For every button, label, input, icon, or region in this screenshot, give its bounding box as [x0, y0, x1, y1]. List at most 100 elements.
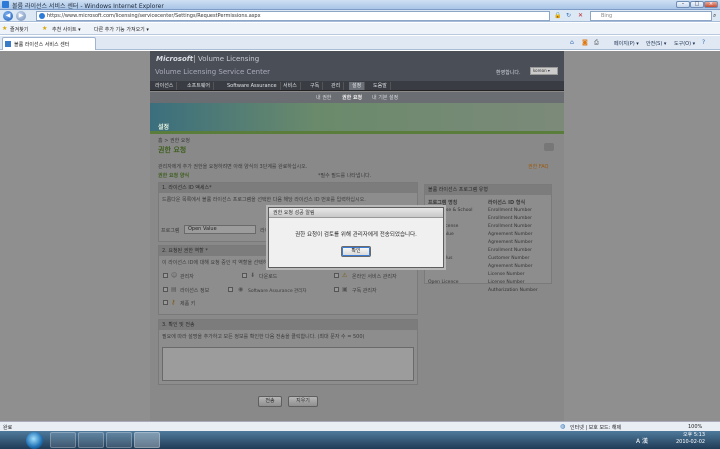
- window-title: 볼륨 라이선스 서비스 센터 - Windows Internet Explor…: [12, 3, 164, 10]
- print-page-icon[interactable]: [544, 143, 554, 151]
- program-label: 프로그램: [161, 228, 180, 234]
- role-subscription-checkbox[interactable]: [334, 287, 339, 292]
- program-col-header: 프로그램 명칭: [428, 200, 458, 206]
- program-types-title: 볼륨 라이선스 프로그램 유형: [425, 185, 551, 195]
- submenu-my-permissions[interactable]: 내 권한: [316, 94, 331, 101]
- taskbar-folder-icon[interactable]: [78, 432, 104, 448]
- dialog-message: 권한 요청이 검토를 위해 관리자에게 전송되었습니다.: [295, 232, 417, 238]
- sa-icon: ◉: [238, 286, 244, 293]
- subscription-icon: ▣: [342, 286, 348, 293]
- comments-textarea[interactable]: [162, 347, 414, 381]
- step1-title: 1. 라이선스 ID 액세스*: [159, 183, 417, 193]
- form-title: 권한 요청 양식: [158, 173, 190, 179]
- minimize-button[interactable]: –: [676, 1, 690, 8]
- ime-indicator[interactable]: A 漢: [636, 436, 648, 445]
- menu-manage[interactable]: 관리: [328, 82, 345, 90]
- role-subscription-label: 구독 관리자: [352, 288, 377, 294]
- back-button[interactable]: ◀: [3, 11, 13, 21]
- url-field[interactable]: https://www.microsoft.com/licensing/serv…: [36, 11, 550, 21]
- addons-link[interactable]: 다른 추가 기능 가져오기 ▾: [94, 26, 149, 33]
- submit-button[interactable]: 전송: [258, 396, 282, 407]
- ok-button[interactable]: 확인: [341, 246, 371, 257]
- submenu-preferences[interactable]: 내 기본 설정: [372, 94, 398, 101]
- home-icon[interactable]: ⌂: [570, 39, 574, 46]
- status-done: 완료: [3, 425, 13, 431]
- rss-icon[interactable]: ◙: [582, 39, 588, 46]
- clear-button[interactable]: 지우기: [288, 396, 318, 407]
- license-id-format-cell: Enrollment Number: [488, 248, 532, 253]
- page-title: 권한 요청: [158, 146, 187, 154]
- product-name: Volume Licensing: [194, 55, 259, 63]
- step3-title: 3. 확인 및 전송: [159, 320, 417, 330]
- safety-menu[interactable]: 안전(S) ▾: [646, 40, 666, 47]
- tools-menu[interactable]: 도구(O) ▾: [674, 40, 695, 47]
- program-type-row: Authorization Number: [428, 288, 550, 296]
- warning-icon: ⚠: [342, 272, 348, 279]
- welcome-text: 환영합니다.: [496, 70, 521, 76]
- search-placeholder: Bing: [601, 13, 613, 19]
- clock-time: 오후 5:13: [683, 432, 706, 438]
- zoom-level[interactable]: 100%: [688, 424, 702, 430]
- program-select[interactable]: Open Value: [184, 225, 256, 234]
- taskbar-excel-icon[interactable]: [106, 432, 132, 448]
- role-product-key-checkbox[interactable]: [163, 300, 168, 305]
- lock-icon[interactable]: 🔒: [554, 12, 561, 19]
- program-type-row: Open Licence License Number: [428, 280, 550, 288]
- status-zone[interactable]: 인터넷 | 보호 모드: 해제: [570, 424, 621, 431]
- program-type-row: Open ValueAgreement Number: [428, 232, 550, 240]
- refresh-icon[interactable]: ↻: [566, 12, 571, 19]
- search-input[interactable]: Bing: [590, 11, 712, 21]
- forward-button[interactable]: ▶: [16, 11, 26, 21]
- submenu-request-permissions[interactable]: 권한 요청: [342, 94, 362, 101]
- start-button[interactable]: [26, 432, 43, 449]
- search-icon[interactable]: ⌕: [713, 12, 716, 20]
- program-select-value: Open Value: [188, 226, 217, 232]
- page-menu[interactable]: 페이지(P) ▾: [614, 40, 639, 47]
- role-download-checkbox[interactable]: [242, 273, 247, 278]
- address-bar: ◀ ▶ https://www.microsoft.com/licensing/…: [0, 10, 720, 22]
- program-type-row: Select PlusCustomer Number: [428, 256, 550, 264]
- success-dialog: 권한 요청 성공 알림 권한 요청이 검토를 위해 관리자에게 전송되었습니다.…: [268, 207, 444, 268]
- help-icon[interactable]: ?: [702, 39, 705, 46]
- breadcrumb[interactable]: 홈 > 권한 요청: [158, 137, 190, 144]
- banner-title: 설정: [158, 124, 170, 131]
- print-icon[interactable]: ⎙: [594, 39, 599, 47]
- role-sa-checkbox[interactable]: [228, 287, 233, 292]
- menu-subscriptions[interactable]: 구독: [307, 82, 324, 90]
- license-id-format-cell: Enrollment Number: [488, 216, 532, 221]
- tab-vlsc[interactable]: 볼륨 라이선스 서비스 센터: [2, 37, 96, 50]
- key-icon: ⚷: [171, 299, 176, 306]
- license-id-format-cell: Agreement Number: [488, 232, 533, 237]
- add-favorite-icon[interactable]: ★: [42, 25, 47, 32]
- menu-services[interactable]: 서비스: [280, 82, 301, 90]
- license-id-format-cell: License Number: [488, 280, 525, 285]
- sub-menu: 내 권한 권한 요청 내 기본 설정: [150, 92, 564, 103]
- suggested-sites-link[interactable]: 추천 사이트 ▾: [52, 26, 81, 33]
- role-online-services-checkbox[interactable]: [334, 273, 339, 278]
- system-clock[interactable]: 오후 5:13 2010-02-02: [676, 432, 705, 446]
- taskbar-ie-icon[interactable]: [134, 432, 160, 448]
- role-online-services-label: 온라인 서비스 관리자: [352, 274, 397, 280]
- favorites-button[interactable]: 즐겨찾기: [10, 26, 28, 33]
- program-type-row: CampusAgreement Number: [428, 264, 550, 272]
- stop-icon[interactable]: ✕: [578, 12, 583, 19]
- taskbar-explorer-icon[interactable]: [50, 432, 76, 448]
- menu-licensing[interactable]: 라이선스: [152, 82, 178, 90]
- step1-desc: 드롭다운 목록에서 볼륨 라이선스 프로그램을 선택한 다음 해당 라이선스 I…: [162, 197, 366, 203]
- admin-icon: ☺: [171, 272, 178, 279]
- dialog-title: 권한 요청 성공 알림: [269, 208, 443, 218]
- role-license-info-checkbox[interactable]: [163, 287, 168, 292]
- close-button[interactable]: ×: [704, 1, 718, 8]
- faq-link[interactable]: 권한 FAQ: [528, 163, 548, 170]
- ie-page-icon: [39, 13, 45, 19]
- menu-software-assurance[interactable]: Software Assurance: [224, 82, 281, 90]
- menu-help[interactable]: 도움말: [370, 82, 391, 90]
- role-admin-checkbox[interactable]: [163, 273, 168, 278]
- menu-settings[interactable]: 설정: [349, 82, 366, 90]
- menu-software[interactable]: 소프트웨어: [184, 82, 215, 90]
- language-select[interactable]: korean ▾: [530, 67, 558, 75]
- favorites-bar: ★ 즐겨찾기 ★ 추천 사이트 ▾ 다른 추가 기능 가져오기 ▾: [0, 23, 720, 35]
- role-sa-label: Software Assurance 관리자: [248, 289, 307, 294]
- maximize-button[interactable]: □: [690, 1, 704, 8]
- license-info-icon: ▤: [171, 286, 177, 293]
